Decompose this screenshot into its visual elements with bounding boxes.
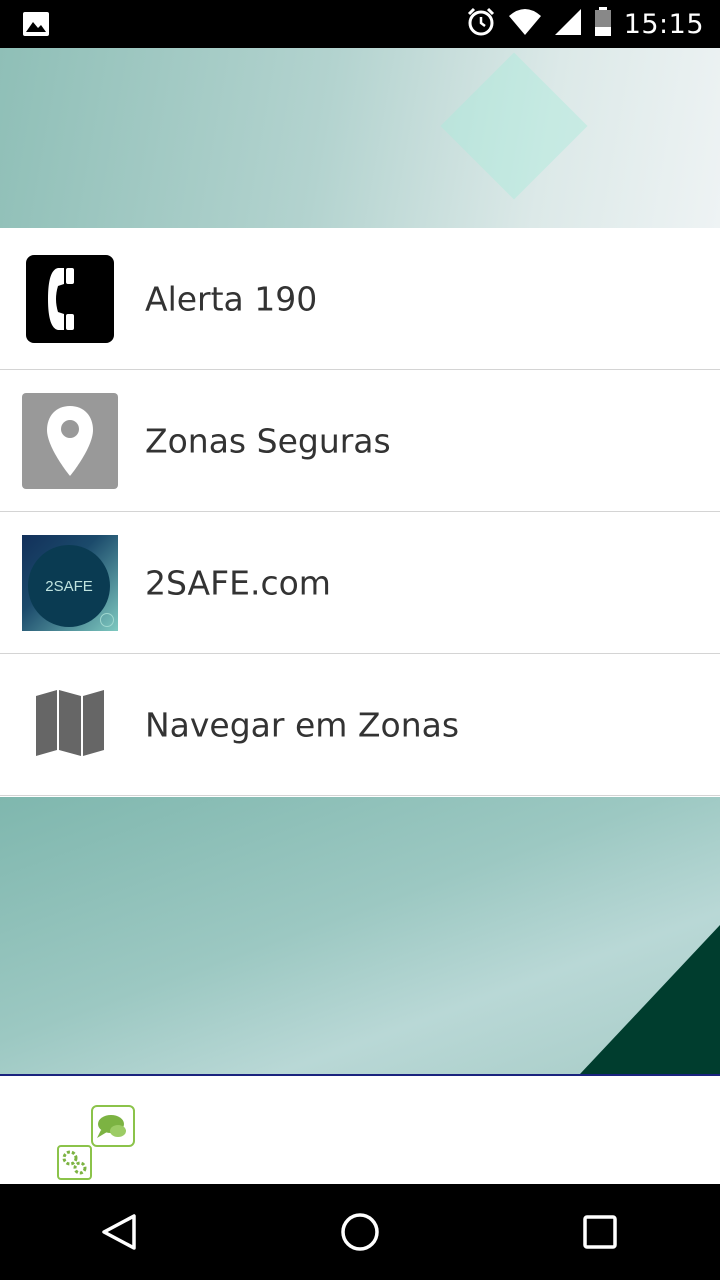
banner-corner-shape: [580, 925, 720, 1074]
menu-list: Alerta 190 Zonas Seguras 2SAFE 2SAFE.com: [0, 228, 720, 796]
bottom-banner: [0, 797, 720, 1074]
menu-item-navegar-em-zonas[interactable]: Navegar em Zonas: [0, 654, 720, 796]
2safe-logo-icon: 2SAFE: [22, 535, 118, 631]
menu-item-zonas-seguras[interactable]: Zonas Seguras: [0, 370, 720, 512]
menu-item-label: Alerta 190: [145, 279, 318, 318]
menu-item-label: Zonas Seguras: [145, 421, 391, 460]
2safe-logo-text: 2SAFE: [45, 577, 93, 595]
signal-icon: [554, 8, 582, 41]
banner-diamond-shape: [440, 52, 588, 200]
menu-item-alerta-190[interactable]: Alerta 190: [0, 228, 720, 370]
2safe-logo-dot: [100, 613, 114, 627]
icon-container: [22, 677, 118, 773]
gallery-icon: [22, 11, 50, 42]
map-icon: [35, 688, 105, 763]
status-time: 15:15: [623, 8, 704, 40]
phone-icon: [26, 255, 114, 343]
chat-settings-logo-icon: [55, 1104, 139, 1189]
header-banner: [0, 48, 720, 228]
status-bar: 15:15: [0, 0, 720, 48]
back-icon: [102, 1214, 136, 1250]
icon-container: [22, 393, 118, 489]
menu-item-2safe[interactable]: 2SAFE 2SAFE.com: [0, 512, 720, 654]
alarm-icon: [466, 7, 496, 42]
recents-icon: [583, 1215, 617, 1249]
back-button[interactable]: [80, 1192, 160, 1272]
menu-item-label: Navegar em Zonas: [145, 705, 460, 744]
2safe-logo-circle: 2SAFE: [28, 545, 110, 627]
home-icon: [341, 1213, 379, 1251]
icon-container: [22, 251, 118, 347]
home-button[interactable]: [320, 1192, 400, 1272]
recents-button[interactable]: [560, 1192, 640, 1272]
location-pin-icon: [22, 393, 118, 489]
footer: [0, 1074, 720, 1186]
menu-item-label: 2SAFE.com: [145, 563, 331, 602]
battery-icon: [594, 6, 612, 42]
icon-container: 2SAFE: [22, 535, 118, 631]
system-nav-bar: [0, 1184, 720, 1280]
wifi-icon: [508, 8, 542, 41]
